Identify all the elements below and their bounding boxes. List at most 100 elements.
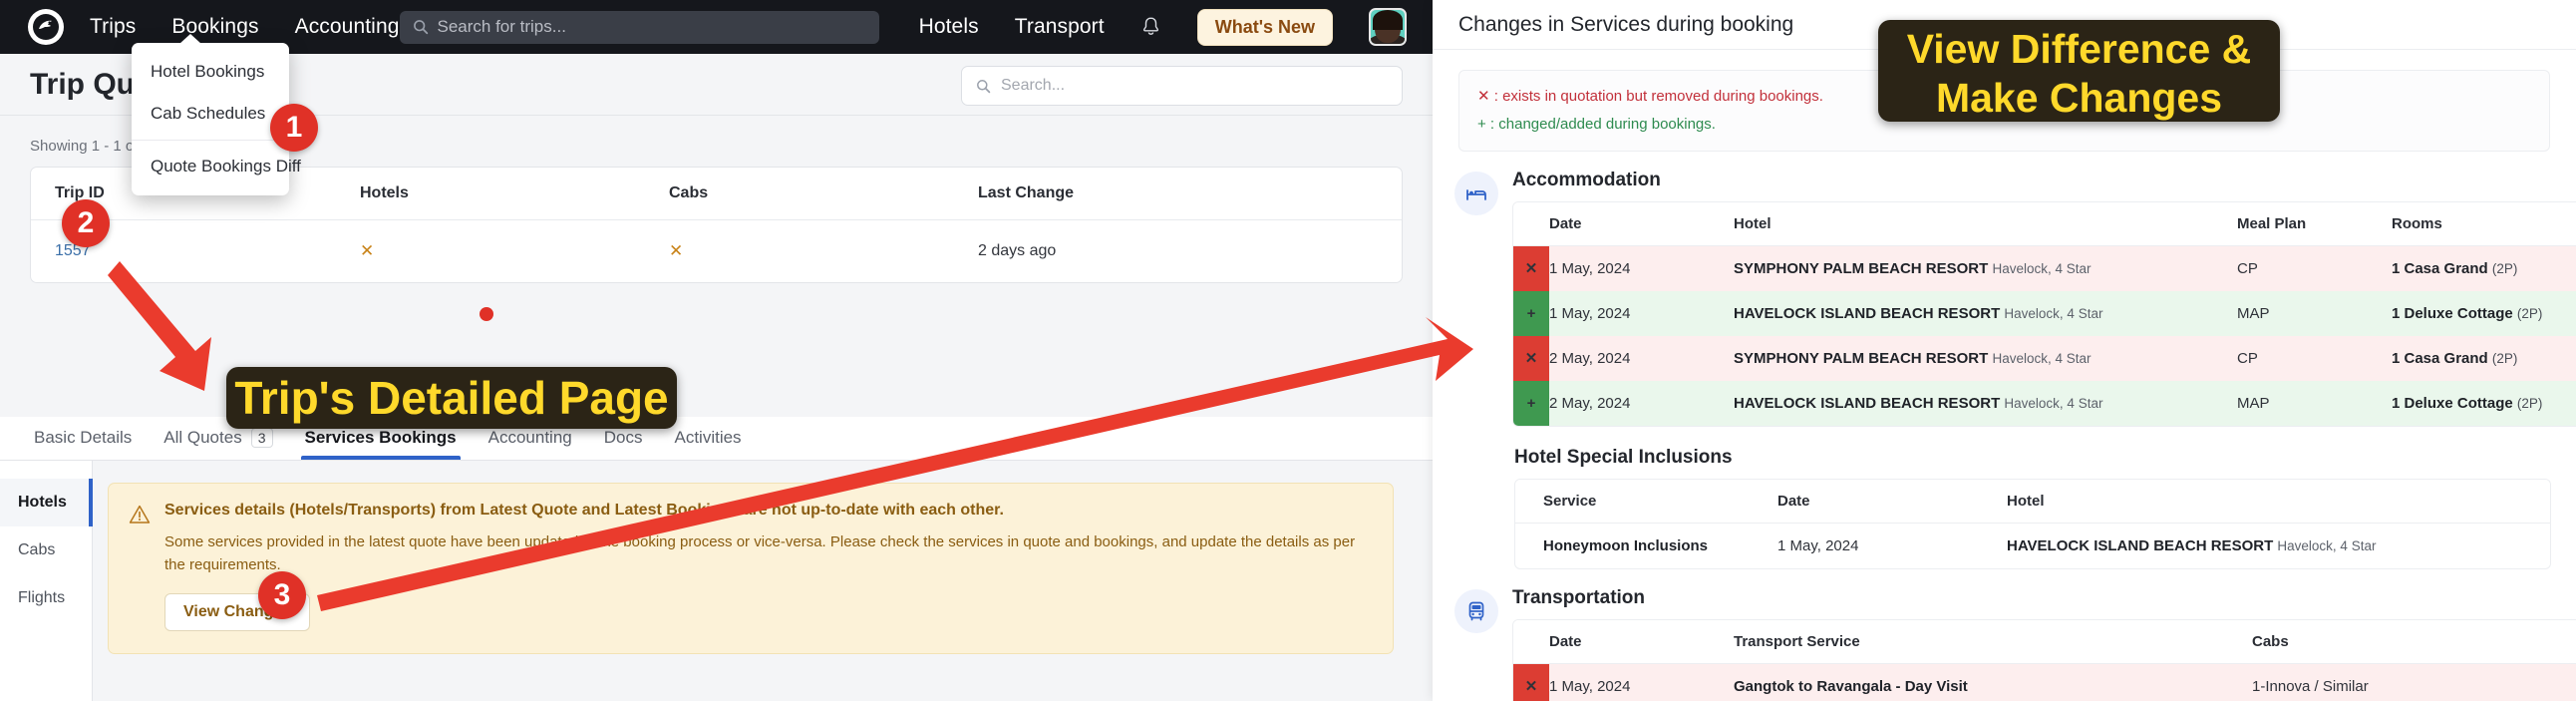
tab-activities[interactable]: Activities [658, 428, 757, 460]
row-mark-added: + [1513, 291, 1549, 336]
detail-tab-strip: Basic Details All Quotes 3 Services Book… [0, 417, 1433, 461]
trip-id-link[interactable]: 1557 [55, 242, 91, 259]
hotel-name: HAVELOCK ISLAND BEACH RESORT [1734, 395, 2000, 412]
column-header-mark [1513, 620, 1549, 664]
service-name: Honeymoon Inclusions [1543, 537, 1708, 554]
cell-date: 1 May, 2024 [1777, 524, 2007, 568]
legend-removed: ✕ : exists in quotation but removed duri… [1477, 83, 2531, 111]
table-row[interactable]: ✕ 1 May, 2024 Gangtok to Ravangala - Day… [1513, 664, 2576, 701]
column-spacer [1515, 480, 1543, 524]
rooms-value: 1 Deluxe Cottage [2392, 305, 2513, 322]
dropdown-item-hotel-bookings[interactable]: Hotel Bookings [132, 51, 289, 93]
global-search-input[interactable]: Search for trips... [400, 11, 879, 44]
services-bookings-body: Services details (Hotels/Transports) fro… [93, 461, 1433, 701]
avatar-hair [1373, 10, 1403, 30]
column-header-cabs: Cabs [669, 168, 978, 220]
cell-meal-plan: MAP [2237, 291, 2392, 336]
column-header-date: Date [1549, 620, 1734, 664]
cell-hotel: HAVELOCK ISLAND BEACH RESORT Havelock, 4… [1734, 381, 2237, 426]
cell-hotels: ✕ [360, 220, 669, 283]
changes-side-panel: Changes in Services during booking ✕ : e… [1433, 0, 2576, 701]
transportation-main: Transportation Date Transport Service Ca… [1512, 587, 2576, 701]
cell-trip-id: 1557 [31, 220, 360, 283]
nav-link-accounting[interactable]: Accounting [295, 15, 400, 39]
page-search-input[interactable]: Search... [961, 66, 1403, 106]
row-mark-removed: ✕ [1513, 336, 1549, 381]
sidebar-item-cabs[interactable]: Cabs [0, 526, 92, 574]
table-row[interactable]: ✕ 2 May, 2024 SYMPHONY PALM BEACH RESORT… [1513, 336, 2576, 381]
tab-accounting[interactable]: Accounting [473, 428, 588, 460]
cell-hotel: HAVELOCK ISLAND BEACH RESORT Havelock, 4… [1734, 291, 2237, 336]
accommodation-title: Accommodation [1512, 170, 2576, 191]
tab-basic-details[interactable]: Basic Details [18, 428, 148, 460]
cell-date: 2 May, 2024 [1549, 336, 1734, 381]
hotel-name: SYMPHONY PALM BEACH RESORT [1734, 350, 1988, 367]
cell-rooms: 1 Deluxe Cottage (2P) [2392, 381, 2576, 426]
rooms-occupancy: (2P) [2517, 306, 2543, 321]
hotel-name: HAVELOCK ISLAND BEACH RESORT [1734, 305, 2000, 322]
bookings-dropdown-menu[interactable]: Hotel Bookings Cab Schedules Quote Booki… [132, 43, 289, 195]
global-search-placeholder: Search for trips... [438, 17, 566, 37]
table-row[interactable]: Honeymoon Inclusions 1 May, 2024 HAVELOC… [1515, 524, 2550, 568]
alert-body: Services details (Hotels/Transports) fro… [164, 502, 1371, 631]
transportation-title: Transportation [1512, 587, 2576, 609]
hotel-name: HAVELOCK ISLAND BEACH RESORT [2007, 537, 2273, 554]
cell-service: Honeymoon Inclusions [1543, 524, 1777, 568]
rooms-occupancy: (2P) [2492, 261, 2518, 276]
dropdown-item-quote-bookings-diff[interactable]: Quote Bookings Diff [132, 146, 289, 187]
table-row[interactable]: ✕ 1 May, 2024 SYMPHONY PALM BEACH RESORT… [1513, 246, 2576, 291]
whats-new-button[interactable]: What's New [1197, 9, 1333, 46]
tab-label: Services Bookings [305, 428, 457, 448]
transportation-table: Date Transport Service Cabs ✕ 1 May, 202… [1512, 619, 2576, 701]
rooms-occupancy: (2P) [2492, 351, 2518, 366]
service-type-sidebar: Hotels Cabs Flights [0, 461, 93, 701]
hotel-name: SYMPHONY PALM BEACH RESORT [1734, 260, 1988, 277]
tab-label: Accounting [488, 428, 572, 448]
cell-hotel: SYMPHONY PALM BEACH RESORT Havelock, 4 S… [1734, 336, 2237, 381]
view-changes-button[interactable]: View Changes [164, 593, 310, 631]
nav-link-trips[interactable]: Trips [90, 15, 136, 39]
tab-docs[interactable]: Docs [588, 428, 659, 460]
sidebar-item-hotels[interactable]: Hotels [0, 479, 92, 526]
sidebar-item-flights[interactable]: Flights [0, 574, 92, 622]
nav-right-group: Hotels Transport What's New [919, 8, 1407, 46]
user-avatar[interactable] [1369, 8, 1407, 46]
warning-triangle-icon [129, 504, 151, 631]
tab-all-quotes[interactable]: All Quotes 3 [148, 428, 288, 460]
bird-logo-icon[interactable] [28, 9, 64, 45]
side-panel-title: Changes in Services during booking [1458, 13, 1793, 37]
alert-title: Services details (Hotels/Transports) fro… [164, 502, 1371, 520]
bus-icon [1454, 589, 1498, 633]
table-row[interactable]: + 2 May, 2024 HAVELOCK ISLAND BEACH RESO… [1513, 381, 2576, 426]
tab-services-bookings[interactable]: Services Bookings [289, 428, 473, 460]
bed-icon [1454, 172, 1498, 215]
transportation-section: Transportation Date Transport Service Ca… [1433, 587, 2576, 701]
cell-spacer [1515, 524, 1543, 568]
hotels-cross-icon: ✕ [360, 241, 374, 260]
table-row[interactable]: 1557 ✕ ✕ 2 days ago [31, 220, 1402, 283]
table-row[interactable]: + 1 May, 2024 HAVELOCK ISLAND BEACH RESO… [1513, 291, 2576, 336]
table-header-row: Date Hotel Meal Plan Rooms [1513, 202, 2576, 246]
accommodation-table: Date Hotel Meal Plan Rooms ✕ 1 May, 2024… [1512, 201, 2576, 427]
cell-rooms: 1 Deluxe Cottage (2P) [2392, 291, 2576, 336]
cell-meal-plan: CP [2237, 336, 2392, 381]
transport-service-name: Gangtok to Ravangala - Day Visit [1734, 678, 1968, 695]
tab-label: Activities [674, 428, 741, 448]
hotel-meta: Havelock, 4 Star [1992, 351, 2091, 366]
cell-date: 1 May, 2024 [1549, 664, 1734, 701]
cell-hotel: HAVELOCK ISLAND BEACH RESORT Havelock, 4… [2007, 524, 2550, 568]
cell-rooms: 1 Casa Grand (2P) [2392, 246, 2576, 291]
rooms-value: 1 Casa Grand [2392, 260, 2488, 277]
search-icon [413, 19, 429, 35]
page-search-placeholder: Search... [1001, 77, 1065, 95]
dropdown-item-cab-schedules[interactable]: Cab Schedules [132, 93, 289, 135]
rooms-occupancy: (2P) [2517, 396, 2543, 411]
cell-last-change: 2 days ago [978, 220, 1402, 283]
bell-icon[interactable] [1140, 16, 1161, 38]
nav-link-hotels[interactable]: Hotels [919, 15, 979, 39]
hotel-special-inclusions-table: Service Date Hotel Honeymoon Inclusions … [1514, 479, 2551, 569]
column-header-rooms: Rooms [2392, 202, 2576, 246]
table-header-row: Date Transport Service Cabs [1513, 620, 2576, 664]
nav-link-transport[interactable]: Transport [1015, 15, 1105, 39]
hotel-meta: Havelock, 4 Star [2004, 306, 2102, 321]
